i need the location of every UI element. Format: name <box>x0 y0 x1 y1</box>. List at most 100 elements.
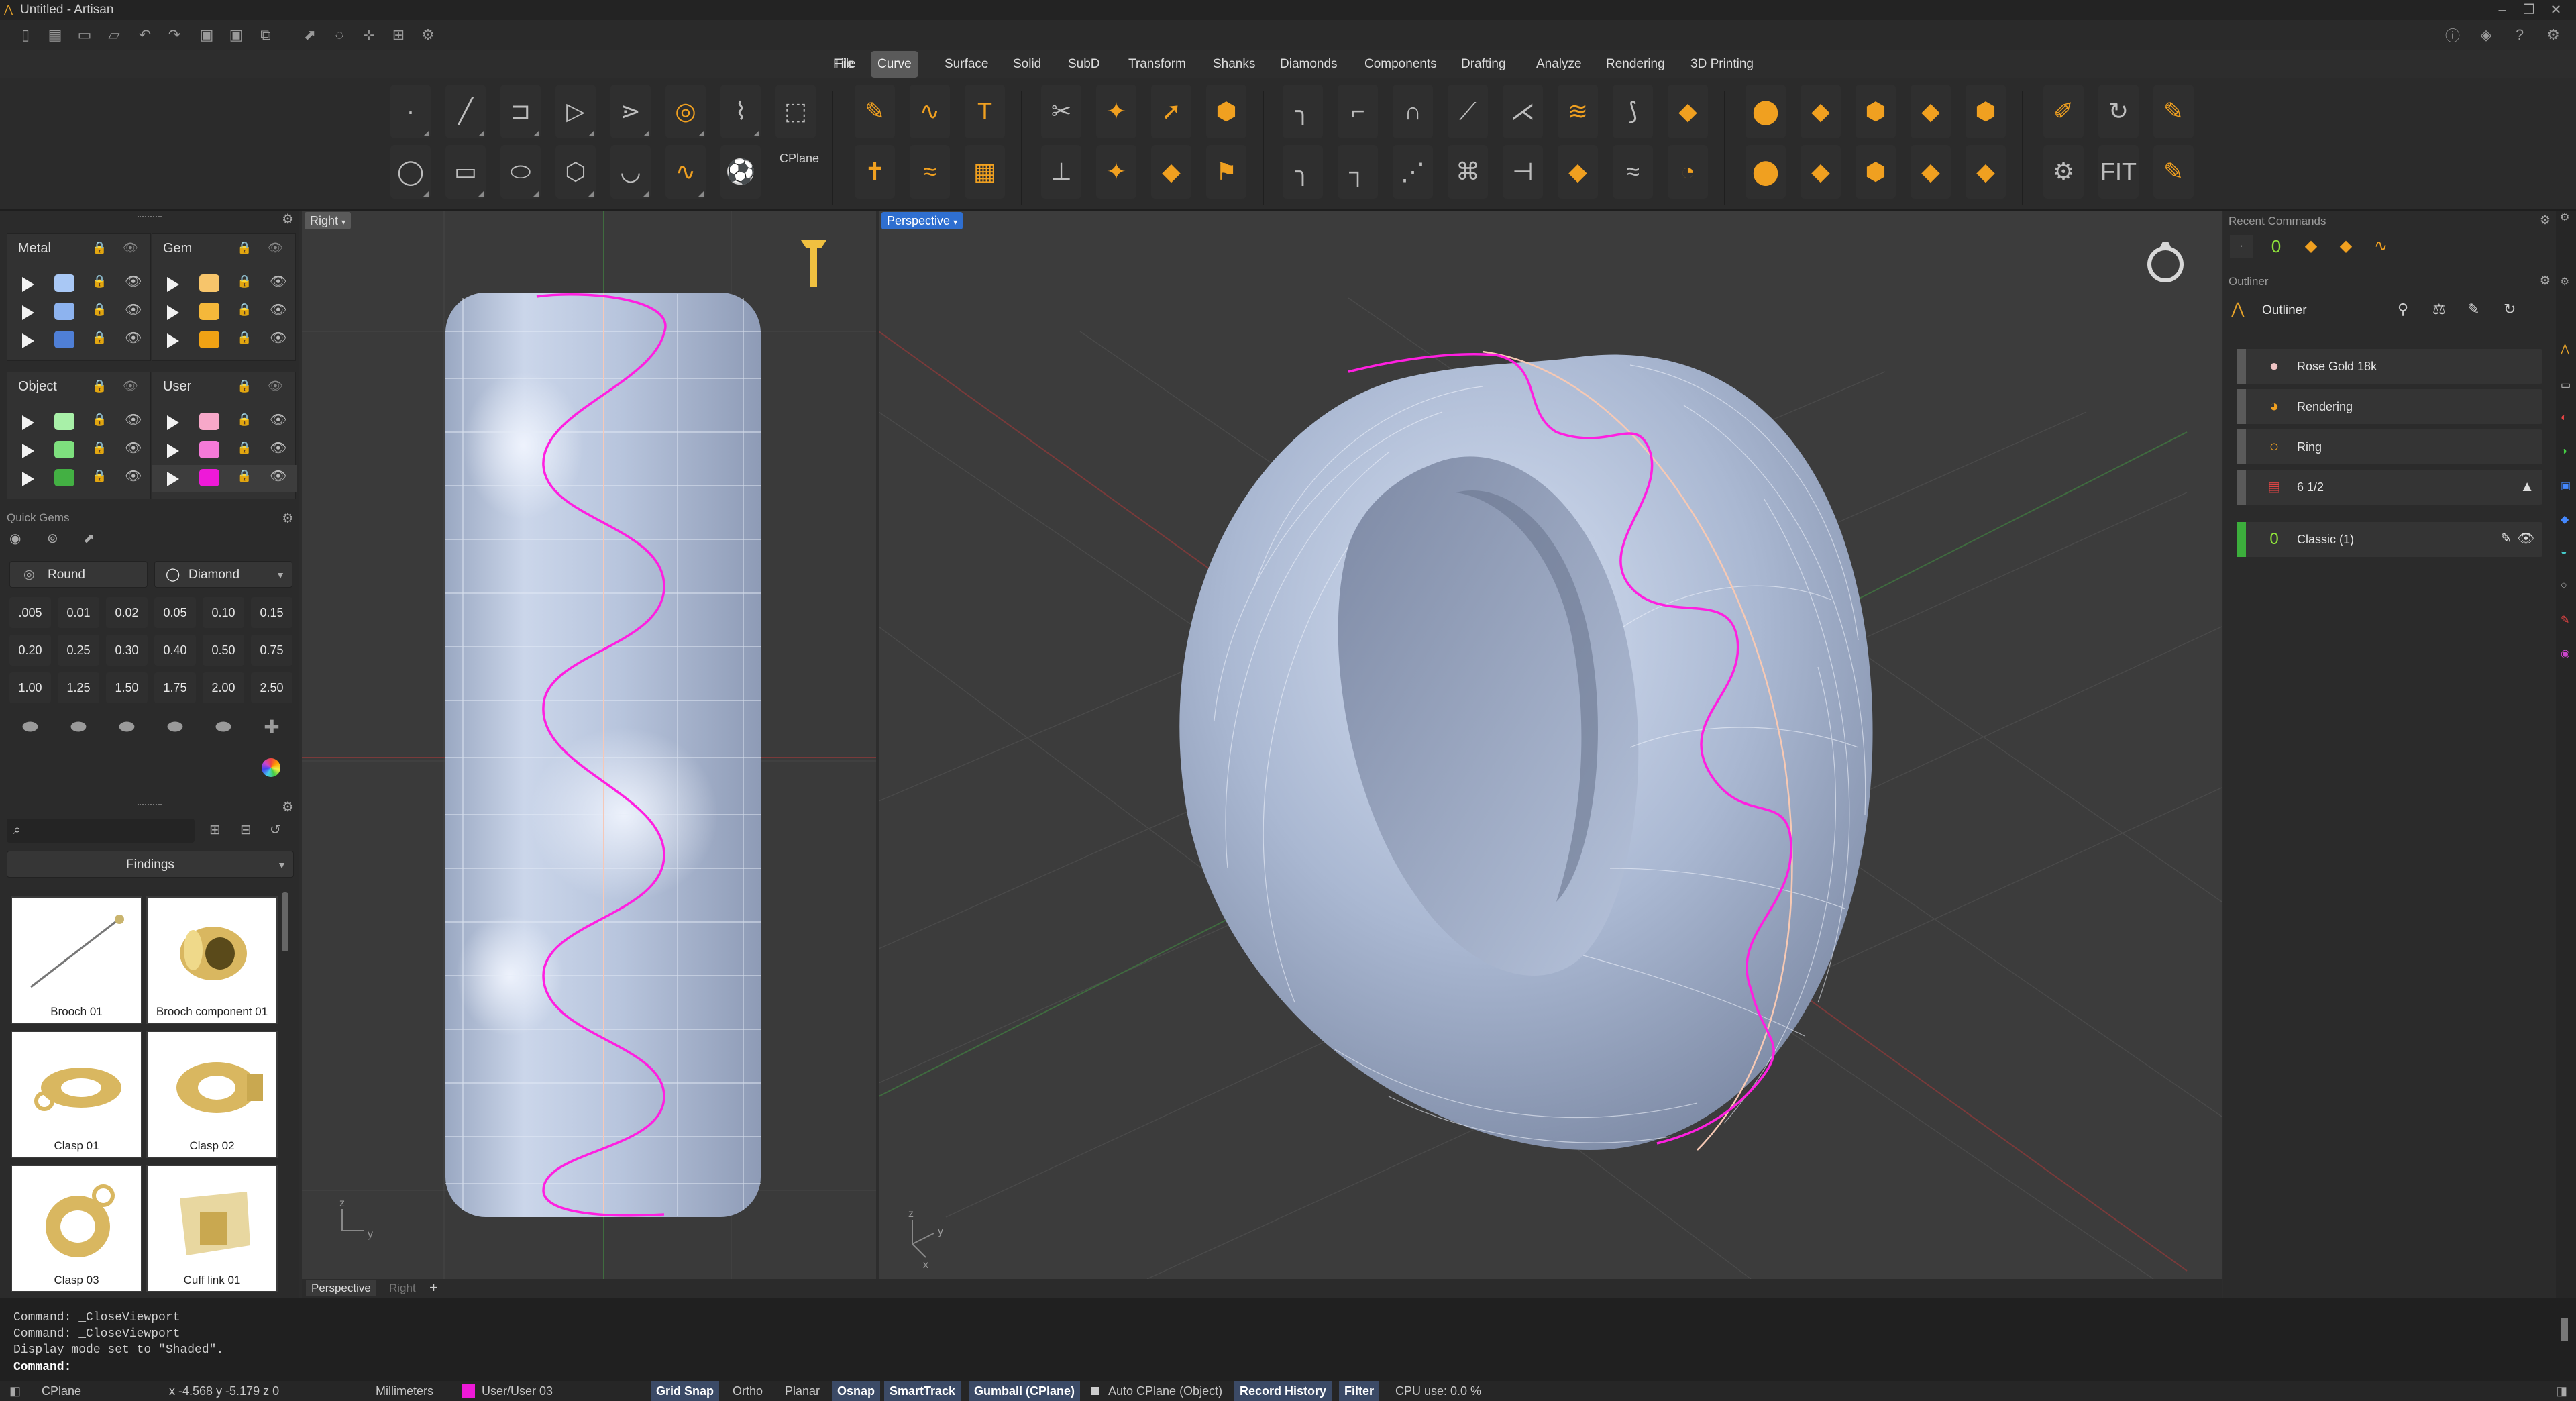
minimize-button[interactable]: – <box>2492 0 2512 20</box>
freeform-curve-icon[interactable]: ∿ <box>910 85 950 138</box>
layers-settings-gear-icon[interactable]: ⚙ <box>282 211 294 227</box>
add-viewport-tab-button[interactable]: + <box>429 1279 438 1296</box>
dash-line-icon[interactable]: ⋰ <box>1393 145 1433 199</box>
control-curve-icon[interactable]: ▷ <box>555 85 596 138</box>
pick-tool-icon[interactable]: ⚲ <box>2398 301 2408 318</box>
recent-shape2-icon[interactable]: ◆ <box>2334 235 2357 258</box>
status-auto-cplane[interactable]: Auto CPlane (Object) <box>1108 1381 1222 1401</box>
settings-gear-icon[interactable]: ⚙ <box>2560 275 2569 289</box>
layer-color-swatch[interactable] <box>199 441 219 458</box>
rotate-view-icon[interactable]: ↻ <box>2098 85 2139 138</box>
layer-color-swatch[interactable] <box>54 303 74 320</box>
eye-icon[interactable]: 👁 <box>268 241 283 255</box>
gem-size-button[interactable]: 1.75 <box>154 672 196 703</box>
layer-color-swatch[interactable] <box>54 469 74 486</box>
artisan-panel-icon[interactable]: ⋀ <box>2561 342 2569 356</box>
cylinder-icon[interactable]: ⬤ <box>1746 85 1786 138</box>
panel-grip[interactable] <box>138 216 162 219</box>
gem-size-button[interactable]: 0.30 <box>106 635 148 666</box>
wave-icon[interactable]: ≋ <box>1558 85 1598 138</box>
gem-size-button[interactable]: 0.01 <box>58 597 99 628</box>
colors-panel-icon[interactable]: ◉ <box>2561 647 2570 660</box>
right-angle-icon[interactable]: ┐ <box>1338 145 1378 199</box>
viewport-perspective-label[interactable]: Perspective ▾ <box>881 212 963 229</box>
box-icon[interactable]: ⬢ <box>1856 85 1896 138</box>
restore-button[interactable]: ❐ <box>2519 0 2539 20</box>
library-item[interactable]: Brooch 01 <box>11 896 142 1024</box>
layer-color-swatch[interactable] <box>54 441 74 458</box>
chamfer-icon[interactable]: ⌐ <box>1338 85 1378 138</box>
status-osnap[interactable]: Osnap <box>832 1381 881 1401</box>
play-icon[interactable] <box>22 415 34 430</box>
layer-row[interactable]: 🔒 👁 <box>7 299 152 325</box>
cushion-cut-icon[interactable]: ⬬ <box>106 711 148 742</box>
layers-panel-icon[interactable]: ▭ <box>2561 378 2571 392</box>
ball-icon[interactable]: ⚽ <box>720 145 761 199</box>
lock-icon[interactable]: 🔒 <box>92 469 107 483</box>
status-layer[interactable]: User/User 03 <box>482 1381 553 1401</box>
menu-solid[interactable]: Solid <box>1006 51 1048 78</box>
cross-curve-icon[interactable]: ✝ <box>855 145 895 199</box>
library-item[interactable]: Clasp 01 <box>11 1031 142 1158</box>
gem-size-button[interactable]: 2.50 <box>251 672 292 703</box>
options-icon[interactable]: ⚙ <box>2542 24 2564 46</box>
pear-cut-icon[interactable]: ⬬ <box>154 711 196 742</box>
connect-icon[interactable]: ⟋ <box>1448 85 1488 138</box>
cylinder-alt-icon[interactable]: ⬤ <box>1746 145 1786 199</box>
spiral-icon[interactable]: ◎ <box>665 85 706 138</box>
library-search-input[interactable]: ⌕ <box>7 819 195 843</box>
eye-icon[interactable]: 👁 <box>268 379 283 393</box>
eye-icon[interactable]: 👁 <box>125 439 142 456</box>
layer-color-swatch[interactable] <box>54 274 74 292</box>
gem-cut-dropdown[interactable]: Round ◎ <box>9 561 148 588</box>
lock-icon[interactable]: 🔒 <box>237 413 252 427</box>
open-recent-icon[interactable]: ▱ <box>103 24 125 46</box>
gem-size-button[interactable]: 1.25 <box>58 672 99 703</box>
gem-settings-icon[interactable]: ⊚ <box>47 530 58 547</box>
edit-pencil-icon[interactable]: ✎ <box>2500 530 2512 547</box>
refresh-icon[interactable]: ↻ <box>2504 301 2516 318</box>
new-template-icon[interactable]: ▤ <box>44 24 66 46</box>
lock-icon[interactable]: 🔒 <box>237 274 252 289</box>
curve-on-surface-icon[interactable]: ≈ <box>910 145 950 199</box>
library-settings-gear-icon[interactable]: ⚙ <box>282 798 294 815</box>
ground-panel-icon[interactable]: ✎ <box>2561 613 2569 627</box>
plane-icon[interactable]: ◆ <box>1801 85 1841 138</box>
layer-color-swatch[interactable] <box>54 331 74 348</box>
play-icon[interactable] <box>22 277 34 292</box>
layer-color-swatch[interactable] <box>199 331 219 348</box>
layers-icon[interactable]: ◈ <box>2475 24 2497 46</box>
twist-icon[interactable]: ⌘ <box>1448 145 1488 199</box>
panel-toggle-right-icon[interactable]: ◨ <box>2556 1381 2567 1401</box>
pipe-icon[interactable]: ◆ <box>1668 85 1708 138</box>
undo-icon[interactable]: ↶ <box>134 24 156 46</box>
gem-size-button[interactable]: 0.15 <box>251 597 292 628</box>
round-cut-icon[interactable]: ⬬ <box>9 711 51 742</box>
fillet-icon[interactable]: ╮ <box>1283 85 1323 138</box>
split-icon[interactable]: ✦ <box>1096 85 1136 138</box>
outliner-row-material[interactable]: ● Rose Gold 18k <box>2237 349 2542 384</box>
lock-icon[interactable]: 🔒 <box>92 274 107 289</box>
menu-curve[interactable]: Curve <box>871 51 918 78</box>
zoom-fit-icon[interactable]: FIT <box>2098 145 2139 199</box>
eye-icon[interactable]: 👁 <box>125 273 142 290</box>
polyline-tool-icon[interactable]: ⊐ <box>500 85 541 138</box>
play-icon[interactable] <box>167 415 179 430</box>
analyze-icon[interactable]: ✎ <box>2153 145 2194 199</box>
lock-icon[interactable]: 🔒 <box>92 241 107 255</box>
select-by-icon[interactable]: ⊹ <box>358 24 380 46</box>
layer-row-current[interactable]: 🔒 👁 <box>152 465 297 492</box>
eye-icon[interactable]: 👁 <box>270 273 286 290</box>
eye-icon[interactable]: 👁 <box>270 439 286 456</box>
layer-color-swatch[interactable] <box>199 413 219 430</box>
layer-color-swatch[interactable] <box>54 413 74 430</box>
bezier-icon[interactable]: ◔ <box>1668 145 1708 199</box>
menu-shanks[interactable]: Shanks <box>1206 51 1262 78</box>
layer-row[interactable]: 🔒 👁 <box>152 409 297 435</box>
menu-file[interactable]: File <box>826 51 861 78</box>
play-icon[interactable] <box>167 444 179 458</box>
patch-icon[interactable]: ◆ <box>1966 145 2006 199</box>
brush-icon[interactable]: ✐ <box>2043 85 2084 138</box>
play-icon[interactable] <box>167 472 179 486</box>
gem-size-button[interactable]: 0.40 <box>154 635 196 666</box>
